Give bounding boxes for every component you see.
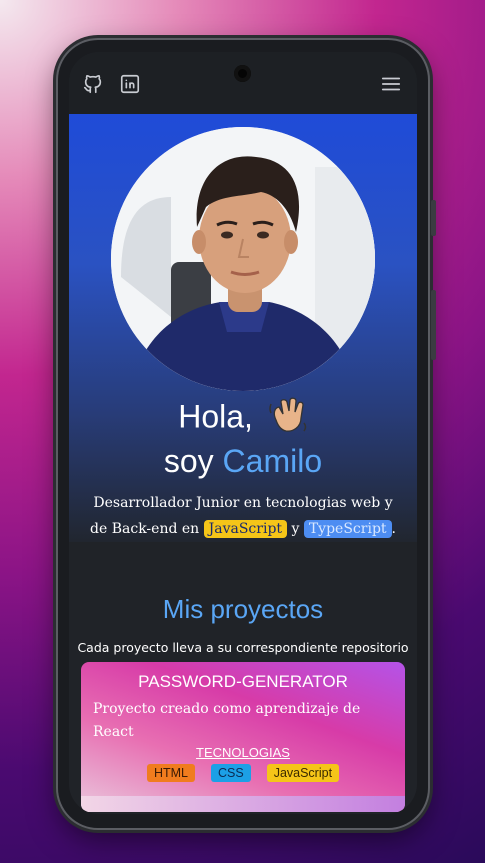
navbar [69, 52, 417, 114]
power-button [431, 290, 436, 360]
greeting-heading: Hola, soy Camilo [69, 396, 417, 480]
volume-up-button [431, 200, 436, 236]
linkedin-icon[interactable] [118, 72, 142, 96]
projects-subtitle: Cada proyecto lleva a su correspondiente… [77, 640, 409, 655]
phone-screen: Hola, soy Camilo Desarrollador Junior en… [69, 52, 417, 814]
projects-heading: Mis proyectos [162, 594, 324, 624]
name-highlight: Camilo [222, 443, 323, 479]
tech-chip-javascript: JavaScript [266, 764, 340, 782]
greeting-text: Hola, [178, 398, 253, 435]
project-card[interactable]: PASSWORD-GENERATOR Proyecto creado como … [81, 662, 405, 812]
javascript-tag: JavaScript [203, 520, 288, 538]
front-camera [234, 65, 251, 82]
technology-chips: HTML CSS JavaScript [81, 764, 405, 782]
phone-frame: Hola, soy Camilo Desarrollador Junior en… [58, 40, 436, 828]
waving-hand-icon [268, 396, 308, 442]
description-end: . [391, 521, 396, 537]
hamburger-menu-icon[interactable] [379, 72, 403, 96]
hero-section: Hola, soy Camilo Desarrollador Junior en… [69, 114, 417, 542]
tech-chip-html: HTML [146, 764, 195, 782]
typescript-tag: TypeScript [303, 520, 392, 538]
intro-text: soy [163, 443, 223, 479]
card-footer-strip [81, 796, 405, 812]
profile-photo [111, 127, 375, 391]
github-icon[interactable] [81, 72, 105, 96]
tech-chip-css: CSS [210, 764, 251, 782]
project-description: Proyecto creado como aprendizaje de Reac… [93, 701, 361, 740]
profile-description: Desarrollador Junior en tecnologias web … [87, 490, 399, 542]
project-title: PASSWORD-GENERATOR [138, 672, 348, 691]
description-join: y [287, 521, 304, 537]
technologies-label: TECNOLOGIAS [196, 745, 290, 760]
